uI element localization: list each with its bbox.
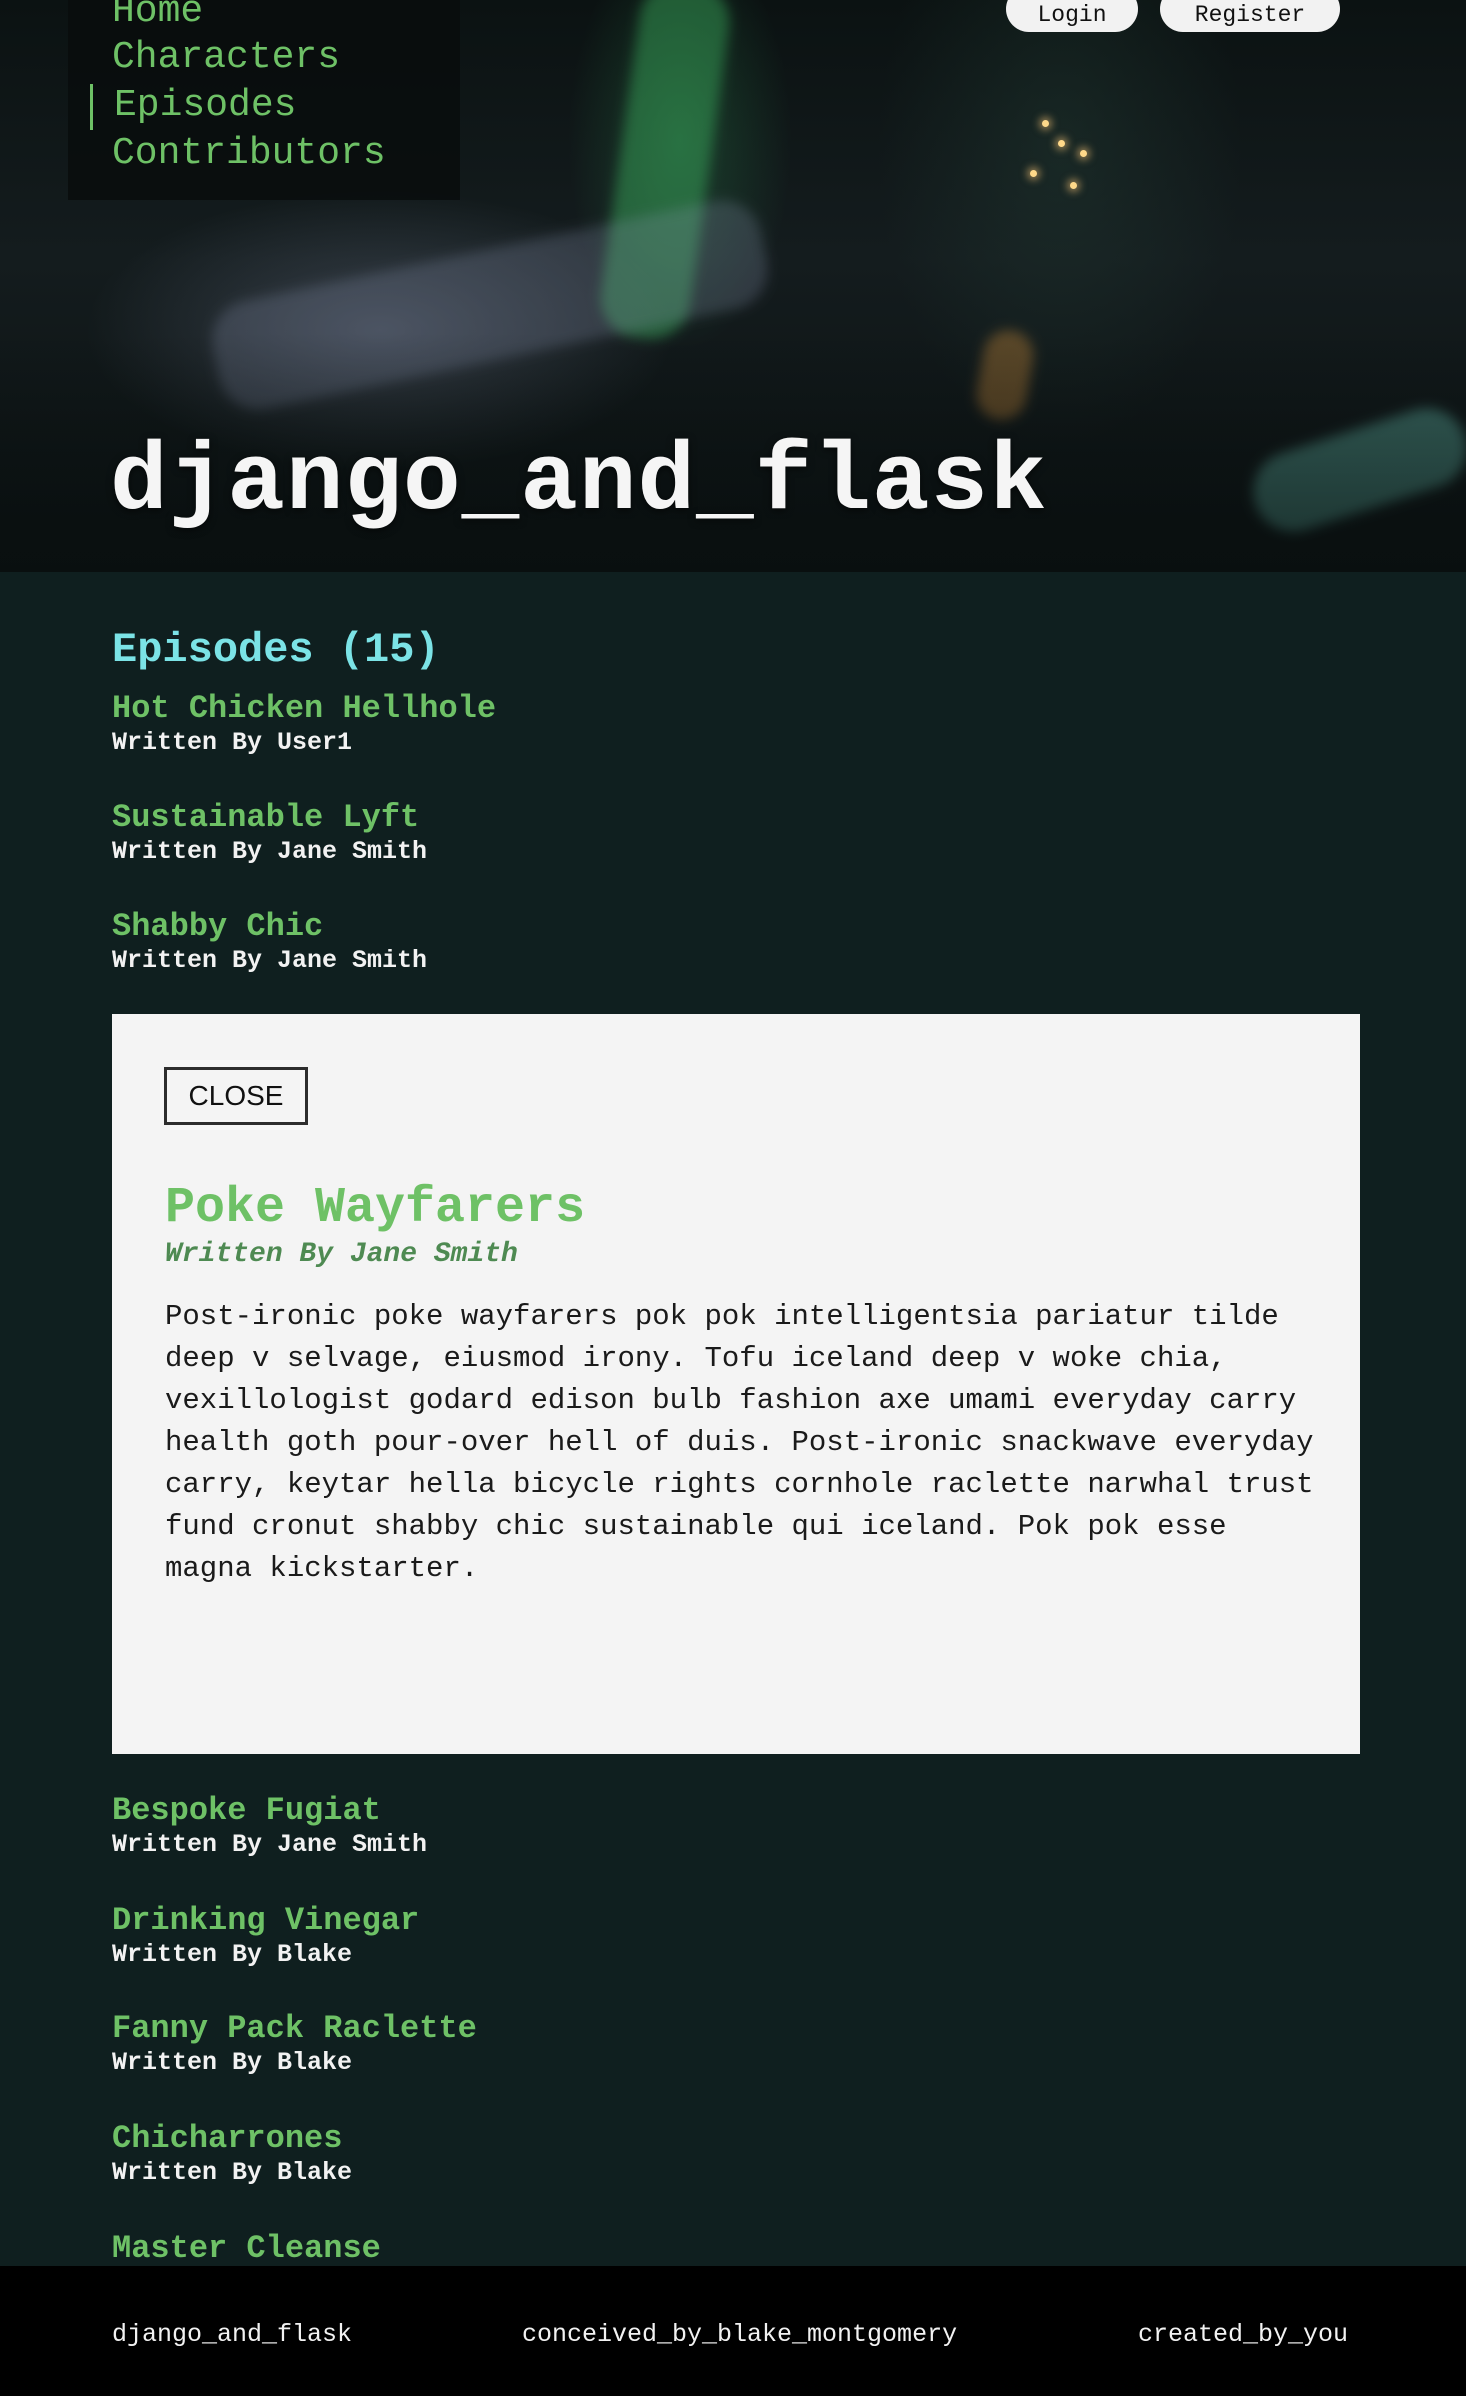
episode-author: Written By Jane Smith — [112, 837, 428, 866]
episode-item[interactable]: Shabby Chic Written By Jane Smith — [112, 908, 1360, 976]
modal-episode-description: Post-ironic poke wayfarers pok pok intel… — [165, 1300, 1314, 1585]
hero-window-light — [1058, 140, 1065, 147]
modal-episode-title: Poke Wayfarers — [165, 1180, 586, 1237]
episode-author: Written By Blake — [112, 1940, 353, 1969]
episodes-heading: Episodes (15) — [112, 626, 440, 674]
episode-title[interactable]: Drinking Vinegar — [112, 1902, 1360, 1940]
hero-window-light — [1042, 120, 1049, 127]
episode-title[interactable]: Master Cleanse — [112, 2230, 1360, 2268]
episode-item[interactable]: Hot Chicken Hellhole Written By User1 — [112, 690, 1360, 758]
episode-title[interactable]: Sustainable Lyft — [112, 799, 1360, 837]
hero-window-light — [1080, 150, 1087, 157]
login-button[interactable]: Login — [1006, 0, 1138, 32]
episode-author: Written By Blake — [112, 2158, 353, 2187]
episode-item[interactable]: Chicharrones Written By Blake — [112, 2120, 1360, 2188]
episode-detail-modal: CLOSE Poke Wayfarers Written By Jane Smi… — [112, 1014, 1360, 1754]
close-button[interactable]: CLOSE — [164, 1067, 308, 1125]
episode-title[interactable]: Hot Chicken Hellhole — [112, 690, 1360, 728]
footer-created-by: created_by_you — [1138, 2320, 1349, 2349]
episode-title[interactable]: Shabby Chic — [112, 908, 1360, 946]
footer-site-name: django_and_flask — [112, 2320, 353, 2349]
nav-item-contributors[interactable]: Contributors — [112, 132, 386, 176]
episode-item[interactable]: Sustainable Lyft Written By Jane Smith — [112, 799, 1360, 867]
nav-active-indicator — [90, 84, 93, 130]
site-title: django_and_flask — [110, 428, 1048, 537]
nav-item-home[interactable]: Home — [112, 0, 203, 34]
hero-window-light — [1070, 182, 1077, 189]
episode-item[interactable]: Bespoke Fugiat Written By Jane Smith — [112, 1792, 1360, 1860]
register-button[interactable]: Register — [1160, 0, 1340, 32]
nav-item-characters[interactable]: Characters — [112, 36, 340, 80]
nav-item-episodes[interactable]: Episodes — [114, 84, 296, 128]
episode-item[interactable]: Fanny Pack Raclette Written By Blake — [112, 2010, 1360, 2078]
main-nav: Home Characters Episodes Contributors — [68, 0, 460, 200]
episode-item[interactable]: Drinking Vinegar Written By Blake — [112, 1902, 1360, 1970]
site-footer: django_and_flask conceived_by_blake_mont… — [0, 2266, 1466, 2396]
hero-window-light — [1030, 170, 1037, 177]
episode-title[interactable]: Chicharrones — [112, 2120, 1360, 2158]
episode-author: Written By User1 — [112, 728, 353, 757]
modal-episode-author: Written By Jane Smith — [165, 1239, 518, 1270]
episode-title[interactable]: Fanny Pack Raclette — [112, 2010, 1360, 2048]
hero-banner: Home Characters Episodes Contributors Lo… — [0, 0, 1466, 572]
episode-author: Written By Jane Smith — [112, 1830, 428, 1859]
episode-title[interactable]: Bespoke Fugiat — [112, 1792, 1360, 1830]
episode-author: Written By Blake — [112, 2048, 353, 2077]
episode-item[interactable]: Master Cleanse — [112, 2230, 1360, 2268]
episode-author: Written By Jane Smith — [112, 946, 428, 975]
footer-credit: conceived_by_blake_montgomery — [522, 2320, 958, 2349]
